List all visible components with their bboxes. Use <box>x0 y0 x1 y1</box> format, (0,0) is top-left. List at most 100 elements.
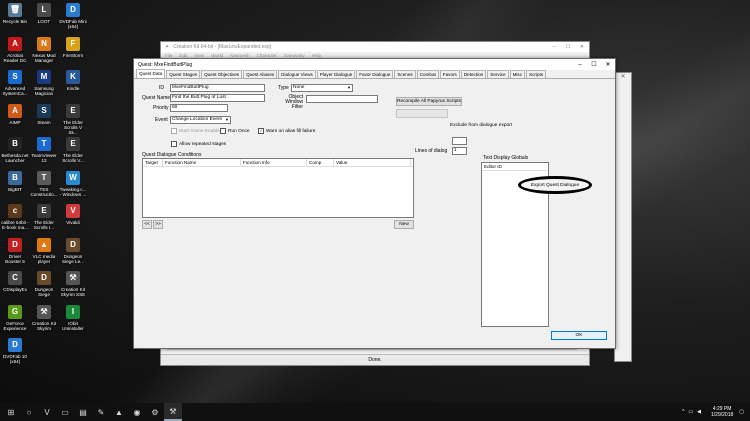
desktop-icon[interactable]: T TES Constructio... <box>30 170 58 197</box>
object-window-filter-field[interactable] <box>306 95 378 103</box>
tab-misc[interactable]: Misc <box>509 70 526 78</box>
col-function-name[interactable]: Function Name <box>163 159 241 166</box>
desktop-icon[interactable]: E The Elder Scrolls I... <box>30 204 58 230</box>
col-target[interactable]: Target <box>143 159 163 166</box>
lines-of-dialog-field[interactable]: 1 <box>452 147 467 155</box>
desktop-icon[interactable]: T TeamViewer 13 <box>30 137 58 163</box>
col-value[interactable]: Value <box>334 159 411 166</box>
col-comp[interactable]: Comp <box>307 159 334 166</box>
desktop-icon[interactable]: E The Elder Scrolls V... <box>59 137 87 163</box>
task-view-icon[interactable]: ▭ <box>56 403 74 421</box>
desktop-icon[interactable]: M Samsung Magician <box>30 70 58 96</box>
desktop-icon[interactable]: D Driver Booster 5 <box>1 237 29 264</box>
desktop-icon[interactable]: S Steam <box>30 103 58 125</box>
tab-favor-dialogue[interactable]: Favor Dialogue <box>356 70 394 78</box>
desktop-icon[interactable]: N Nexus Mod Manager <box>30 36 58 63</box>
desktop-icon[interactable]: A AIMP <box>1 103 29 125</box>
tab-quest-stages[interactable]: Quest Stages <box>166 70 201 78</box>
allow-repeated-stages-checkbox[interactable]: Allow repeated stages <box>171 141 226 147</box>
network-icon[interactable]: ▭ <box>688 409 693 415</box>
minimize-icon[interactable]: – <box>547 44 561 50</box>
type-dropdown[interactable]: None ▼ <box>291 84 353 92</box>
tab-service[interactable]: Service <box>487 70 509 78</box>
desktop-icon[interactable]: 🗑 Recycle Bin <box>1 3 29 24</box>
tab-favors[interactable]: Favors <box>439 70 460 78</box>
lines-extra-field[interactable] <box>452 137 467 145</box>
col-editor-id[interactable]: Editor ID <box>482 163 548 171</box>
minimize-icon[interactable]: – <box>573 62 587 68</box>
desktop-icon[interactable]: W Tweaking.c... - Windows ... <box>59 170 87 197</box>
ok-button[interactable]: OK <box>551 331 607 340</box>
desktop-icon[interactable]: G GeForce Experience <box>1 304 29 331</box>
start-icon[interactable]: ⊞ <box>2 403 20 421</box>
run-once-checkbox[interactable]: Run Once <box>220 128 250 134</box>
desktop-icon[interactable]: D DVDFab 10 (x64) <box>1 338 29 364</box>
hidden-option-button[interactable] <box>396 109 448 118</box>
desktop-icon[interactable]: B Bethesda.net Launcher <box>1 137 29 163</box>
desktop-icon[interactable]: C CDisplayEx <box>1 271 29 292</box>
notepad-icon[interactable]: ✎ <box>92 403 110 421</box>
export-quest-dialogue-button[interactable]: Export Quest Dialogue <box>531 183 579 188</box>
priority-field[interactable]: 60 <box>170 104 228 112</box>
desktop-icon[interactable]: B BigBIT <box>1 170 29 192</box>
tab-scripts[interactable]: Scripts <box>526 70 547 78</box>
settings-icon[interactable]: ⚙ <box>146 403 164 421</box>
quest-dialog-titlebar[interactable]: Quest: MxeFindButtPlug – ☐ ✕ <box>134 59 615 70</box>
desktop-icon[interactable]: E The Elder Scrolls V Sk... <box>59 103 87 136</box>
desktop-icon[interactable]: c calibre 64bit - E-book ma... <box>1 204 29 230</box>
app-icon: D <box>8 237 22 252</box>
desktop-icon[interactable]: L LOOT <box>30 3 58 24</box>
start-game-enabled-checkbox[interactable]: Start Game Enabled <box>171 128 222 134</box>
secondary-window-edge[interactable]: ✕ <box>614 72 632 362</box>
warn-alias-fill-checkbox[interactable]: ✓ Warn on alias fill failure <box>258 128 315 134</box>
desktop-icon[interactable]: ⚒ Creation Kit Skyrim SSE <box>59 271 87 297</box>
desktop-icon[interactable]: D Dungeon Siege <box>30 271 58 297</box>
desktop-icon[interactable]: D DVDFab Mini (x64) <box>59 3 87 29</box>
event-dropdown[interactable]: Change Location Event ▼ <box>170 116 231 124</box>
desktop-icon[interactable]: F FireStorm <box>59 36 87 58</box>
file-explorer-icon[interactable]: ▤ <box>74 403 92 421</box>
tab-scenes[interactable]: Scenes <box>394 70 416 78</box>
close-icon[interactable]: ✕ <box>601 61 615 68</box>
edge-icon[interactable]: ◉ <box>128 403 146 421</box>
col-function-info[interactable]: Function Info <box>241 159 307 166</box>
recompile-scripts-button[interactable]: Recompile All Papyrus Scripts <box>396 97 462 106</box>
tab-combat[interactable]: Combat <box>416 70 439 78</box>
tab-quest-objectives[interactable]: Quest Objectives <box>201 70 243 78</box>
quest-name-field[interactable]: Find the Butt Plug of Lust <box>170 94 265 102</box>
next-button[interactable]: >> <box>153 220 163 229</box>
vivaldi-icon[interactable]: V <box>38 403 56 421</box>
desktop-icon[interactable]: K Kindle <box>59 70 87 91</box>
tab-quest-data[interactable]: Quest Data <box>136 69 166 78</box>
conditions-table[interactable]: Target Function Name Function Info Comp … <box>142 158 414 218</box>
close-icon[interactable]: ✕ <box>615 73 631 80</box>
desktop-icon[interactable]: I IObit Uninstaller <box>59 304 87 331</box>
close-icon[interactable]: ✕ <box>575 44 589 50</box>
checkmark-icon: ✓ <box>258 128 264 134</box>
desktop-icon[interactable]: S Advanced SystemCa... <box>1 70 29 96</box>
tab-detection[interactable]: Detection <box>460 70 487 78</box>
id-field[interactable]: MxeFindButtPlug <box>170 84 265 92</box>
desktop-icon[interactable]: ▲ VLC media player <box>30 237 58 264</box>
vlc-icon[interactable]: ▲ <box>110 403 128 421</box>
maximize-icon[interactable]: ☐ <box>561 44 575 50</box>
volume-icon[interactable]: ◀ <box>697 409 701 415</box>
desktop-icon[interactable]: D Dungeon Siege Le... <box>59 237 87 264</box>
bg-window-titlebar[interactable]: ✦ Creation Kit 64-bit - [MaxLewExpanded.… <box>161 42 589 52</box>
tab-dialogue-views[interactable]: Dialogue Views <box>278 70 316 78</box>
desktop-icon[interactable]: V Vivaldi <box>59 204 87 225</box>
prev-button[interactable]: << <box>142 220 152 229</box>
search-icon[interactable]: ○ <box>20 403 38 421</box>
chevron-up-icon[interactable]: ^ <box>682 409 684 415</box>
creation-kit-icon[interactable]: ⚒ <box>164 403 182 421</box>
notifications-icon[interactable]: ▢ <box>739 409 744 415</box>
tab-quest-aliases[interactable]: Quest Aliases <box>243 70 278 78</box>
new-condition-button[interactable]: New <box>394 220 414 229</box>
clock[interactable]: 4:29 PM 1/29/2018 <box>711 406 733 418</box>
desktop-icon[interactable]: ⚒ Creation Kit Skyrim <box>30 304 58 331</box>
tab-player-dialogue[interactable]: Player Dialogue <box>316 70 356 78</box>
event-label: Event <box>155 117 168 123</box>
exclude-dialogue-export-checkbox[interactable]: Exclude from dialogue export <box>450 123 512 128</box>
desktop-icon[interactable]: A Acrobat Reader DC <box>1 36 29 63</box>
maximize-icon[interactable]: ☐ <box>587 61 601 68</box>
